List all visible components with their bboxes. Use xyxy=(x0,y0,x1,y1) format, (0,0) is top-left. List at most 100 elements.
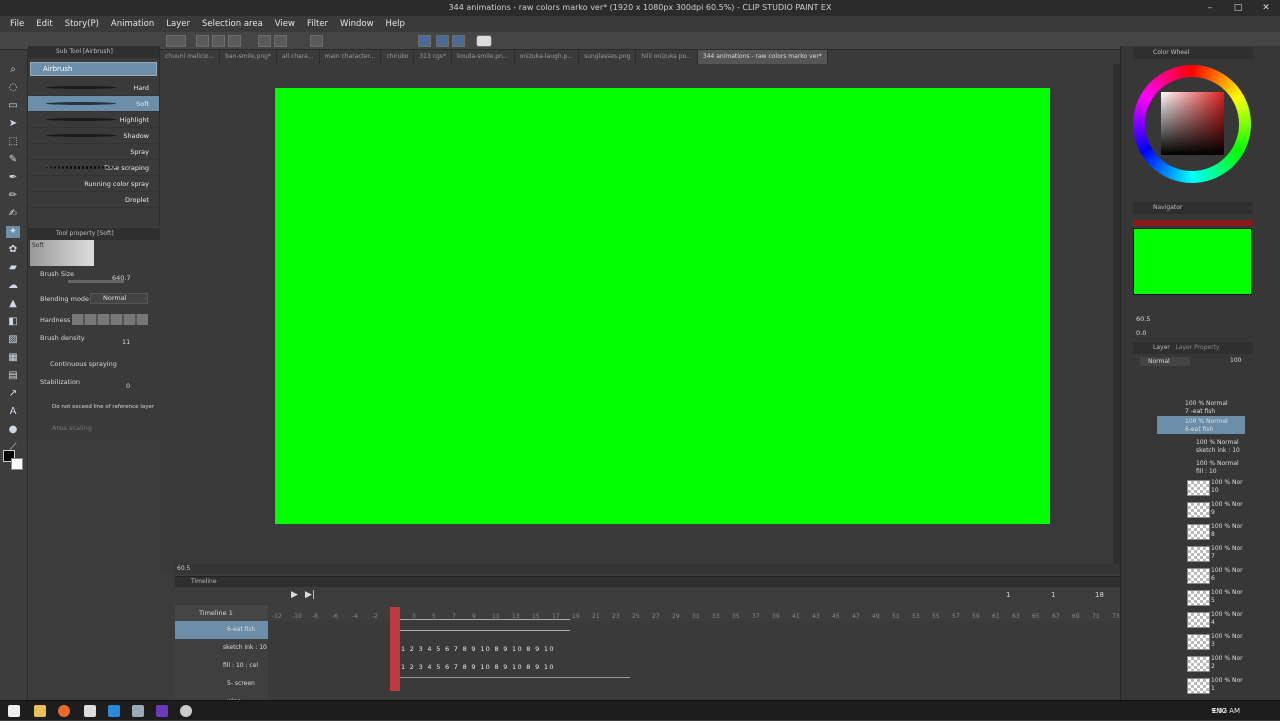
track-frames[interactable]: 1 2 3 4 5 6 7 8 9 10 8 9 10 8 9 10 xyxy=(401,663,555,671)
doc-tab-active[interactable]: 344 animations - raw colors marko ver* xyxy=(697,50,828,64)
start-icon[interactable] xyxy=(8,705,20,717)
play-icon[interactable]: ▶ xyxy=(291,590,298,600)
clip-studio-icon[interactable] xyxy=(166,35,186,47)
layer-property-tab[interactable]: Layer Property xyxy=(1175,344,1219,351)
blend-mode-select[interactable]: Normal xyxy=(1140,357,1190,366)
frame-icon[interactable]: ▭ xyxy=(6,100,20,112)
minimize-icon[interactable]: – xyxy=(1196,0,1224,16)
track-frames[interactable]: 1 2 3 4 5 6 7 8 9 10 8 9 10 8 9 10 xyxy=(401,645,555,653)
menu-window[interactable]: Window xyxy=(340,19,374,29)
blend-icon[interactable]: ☁ xyxy=(6,280,20,292)
layer-item[interactable]: 100 % Nor 8 xyxy=(1211,523,1271,541)
doc-tab[interactable]: chiruko xyxy=(381,50,415,64)
firefox-icon[interactable] xyxy=(58,705,70,717)
opacity-value[interactable]: 100 xyxy=(1230,357,1241,364)
canvas[interactable] xyxy=(275,88,1050,524)
sub-tool-group[interactable]: Airbrush xyxy=(30,62,157,76)
layer-tab[interactable]: Layer xyxy=(1153,344,1170,351)
decoration-icon[interactable]: ✿ xyxy=(6,244,20,256)
do-not-exceed-checkbox[interactable]: Do not exceed line of reference layer xyxy=(52,404,154,410)
navigator-angle[interactable]: 0.0 xyxy=(1136,329,1146,337)
doc-tab[interactable]: kouda-smile.pn... xyxy=(452,50,515,64)
brush-spray[interactable]: Spray xyxy=(28,144,159,160)
layer-item-selected[interactable]: 100 % Normal 6-eat fish xyxy=(1185,418,1245,436)
clock[interactable]: 9:02 AM xyxy=(1211,701,1240,721)
clear-icon[interactable] xyxy=(310,35,323,47)
file-explorer-icon[interactable] xyxy=(34,705,46,717)
lasso-icon[interactable]: ◌ xyxy=(6,82,20,94)
close-icon[interactable]: ✕ xyxy=(1252,0,1280,16)
balloon-icon[interactable]: ● xyxy=(6,424,20,436)
brush-icon[interactable]: ✍ xyxy=(6,208,20,220)
help-icon[interactable] xyxy=(476,35,492,47)
doc-tab[interactable]: onizuka-laugh.p... xyxy=(515,50,580,64)
brush-shadow[interactable]: Shadow xyxy=(28,128,159,144)
layer-item[interactable]: 100 % Nor 2 xyxy=(1211,655,1271,673)
text-icon[interactable]: A xyxy=(6,406,20,418)
zoom-icon[interactable]: ⌕ xyxy=(6,64,20,76)
pen-icon[interactable]: ✒ xyxy=(6,172,20,184)
saturation-value-square[interactable] xyxy=(1161,92,1224,155)
doc-tab[interactable]: ban-smile.png* xyxy=(220,50,277,64)
layer-item[interactable]: 100 % Nor 3 xyxy=(1211,633,1271,651)
ruler-icon[interactable]: ▤ xyxy=(6,370,20,382)
canvas-vertical-scrollbar[interactable] xyxy=(1113,64,1120,564)
doc-tab[interactable]: all chara... xyxy=(277,50,320,64)
doc-tab[interactable]: sunglasses.png xyxy=(579,50,637,64)
app-icon[interactable] xyxy=(108,705,120,717)
area-scaling-checkbox[interactable]: Area scaling xyxy=(52,424,92,432)
fill-icon[interactable]: ▲ xyxy=(6,298,20,310)
layer-item[interactable]: 100 % Nor 10 xyxy=(1211,479,1271,497)
brush-soft[interactable]: Soft xyxy=(28,96,159,112)
move-icon[interactable]: ➤ xyxy=(6,118,20,130)
new-file-icon[interactable] xyxy=(196,35,209,47)
app-icon[interactable] xyxy=(156,705,168,717)
density-value[interactable]: 11 xyxy=(122,338,130,346)
app-icon[interactable] xyxy=(132,705,144,717)
menu-selection-area[interactable]: Selection area xyxy=(202,19,263,29)
track-row[interactable]: 6-eat fish xyxy=(175,621,268,639)
maximize-icon[interactable]: □ xyxy=(1224,0,1252,16)
layer-item[interactable]: 100 % Normal fill : 10 xyxy=(1196,460,1256,478)
save-icon[interactable] xyxy=(228,35,241,47)
snap-special-ruler-icon[interactable] xyxy=(436,35,449,47)
track-row[interactable]: 5- screen wipe xyxy=(175,675,268,705)
figure-icon[interactable]: ▨ xyxy=(6,334,20,346)
brush-size-slider[interactable] xyxy=(68,280,124,283)
layer-item[interactable]: 100 % Nor 1 xyxy=(1211,677,1271,695)
brush-highlight[interactable]: Highlight xyxy=(28,112,159,128)
frame-border-icon[interactable]: ▦ xyxy=(6,352,20,364)
selection-icon[interactable]: ⬚ xyxy=(6,136,20,148)
menu-animation[interactable]: Animation xyxy=(111,19,154,29)
layer-item[interactable]: 100 % Nor 6 xyxy=(1211,567,1271,585)
pencil-icon[interactable]: ✏ xyxy=(6,190,20,202)
open-file-icon[interactable] xyxy=(212,35,225,47)
layer-item[interactable]: 100 % Nor 9 xyxy=(1211,501,1271,519)
layer-item[interactable]: 100 % Nor 5 xyxy=(1211,589,1271,607)
menu-file[interactable]: File xyxy=(10,19,24,29)
track-row[interactable]: sketch ink : 10 xyxy=(175,639,268,657)
layer-item[interactable]: 100 % Nor 4 xyxy=(1211,611,1271,629)
gradient-icon[interactable]: ◧ xyxy=(6,316,20,328)
zoom-value[interactable]: 60.5 xyxy=(177,565,190,572)
brush-droplet[interactable]: Droplet xyxy=(28,192,159,208)
blending-select[interactable]: Normal xyxy=(90,293,148,304)
track-row[interactable]: fill : 10 : cel xyxy=(175,657,268,675)
menu-story[interactable]: Story(P) xyxy=(65,19,99,29)
brush-running-color-spray[interactable]: Running color spray xyxy=(28,176,159,192)
redo-icon[interactable] xyxy=(274,35,287,47)
menu-help[interactable]: Help xyxy=(386,19,405,29)
undo-icon[interactable] xyxy=(258,35,271,47)
snap-grid-icon[interactable] xyxy=(452,35,465,47)
doc-tab[interactable]: 313 cgs* xyxy=(414,50,452,64)
continuous-spraying-checkbox[interactable]: Continuous spraying xyxy=(50,360,117,368)
clip-studio-taskbar-icon[interactable] xyxy=(180,705,192,717)
sub-color-swatch[interactable] xyxy=(11,458,23,470)
next-frame-icon[interactable]: ▶| xyxy=(305,590,315,600)
hardness-selector[interactable] xyxy=(72,314,148,325)
brush-hard[interactable]: Hard xyxy=(28,80,159,96)
brush-tone-scraping[interactable]: Tone scraping xyxy=(28,160,159,176)
doc-tab[interactable]: chuuni malicio... xyxy=(160,50,221,64)
operation-icon[interactable]: ↗ xyxy=(6,388,20,400)
menu-filter[interactable]: Filter xyxy=(307,19,328,29)
